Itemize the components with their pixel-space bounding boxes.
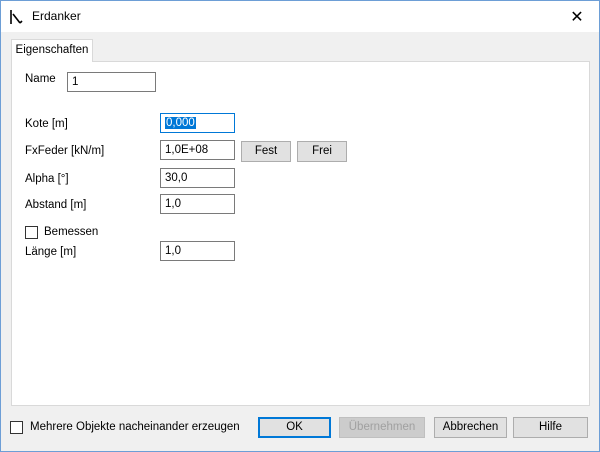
apply-button[interactable]: Übernehmen <box>339 417 425 438</box>
alpha-input[interactable]: 30,0 <box>160 168 235 188</box>
fxfeder-label: FxFeder [kN/m] <box>25 145 105 157</box>
name-label: Name <box>25 73 56 85</box>
laenge-label: Länge [m] <box>25 246 77 258</box>
kote-input-value: 0,000 <box>165 117 196 129</box>
multi-objects-label: Mehrere Objekte nacheinander erzeugen <box>30 421 240 433</box>
tab-label: Eigenschaften <box>15 44 89 56</box>
ok-button[interactable]: OK <box>258 417 331 438</box>
fxfeder-input-value: 1,0E+08 <box>165 144 209 156</box>
fest-button[interactable]: Fest <box>241 141 291 162</box>
cancel-button-label: Abbrechen <box>442 421 499 433</box>
alpha-label: Alpha [°] <box>25 173 69 185</box>
window-title: Erdanker <box>32 9 81 23</box>
bemessen-label: Bemessen <box>44 226 99 238</box>
help-button[interactable]: Hilfe <box>513 417 588 438</box>
abstand-input[interactable]: 1,0 <box>160 194 235 214</box>
abstand-label: Abstand [m] <box>25 199 87 211</box>
alpha-input-value: 30,0 <box>165 172 188 184</box>
help-button-label: Hilfe <box>538 421 562 433</box>
apply-button-label: Übernehmen <box>348 421 416 433</box>
kote-label: Kote [m] <box>25 118 68 130</box>
kote-input[interactable]: 0,000 <box>160 113 235 133</box>
name-input[interactable]: 1 <box>67 72 156 92</box>
frei-button[interactable]: Frei <box>297 141 347 162</box>
title-bar[interactable]: Erdanker ✕ <box>1 1 599 32</box>
ok-button-label: OK <box>286 421 303 433</box>
abstand-input-value: 1,0 <box>165 198 181 210</box>
close-button[interactable]: ✕ <box>555 1 599 32</box>
fxfeder-input[interactable]: 1,0E+08 <box>160 140 235 160</box>
laenge-input-value: 1,0 <box>165 245 181 257</box>
name-input-value: 1 <box>72 76 79 88</box>
laenge-input[interactable]: 1,0 <box>160 241 235 261</box>
tab-eigenschaften[interactable]: Eigenschaften <box>11 39 93 62</box>
close-icon: ✕ <box>570 8 584 26</box>
dialog-window: Erdanker ✕ Eigenschaften Name 1 Kote [m]… <box>0 0 600 452</box>
fest-button-label: Fest <box>254 145 278 157</box>
multi-objects-checkbox[interactable] <box>10 421 23 434</box>
cancel-button[interactable]: Abbrechen <box>434 417 507 438</box>
bemessen-checkbox[interactable] <box>25 226 38 239</box>
frei-button-label: Frei <box>312 145 332 157</box>
app-icon <box>10 10 23 24</box>
